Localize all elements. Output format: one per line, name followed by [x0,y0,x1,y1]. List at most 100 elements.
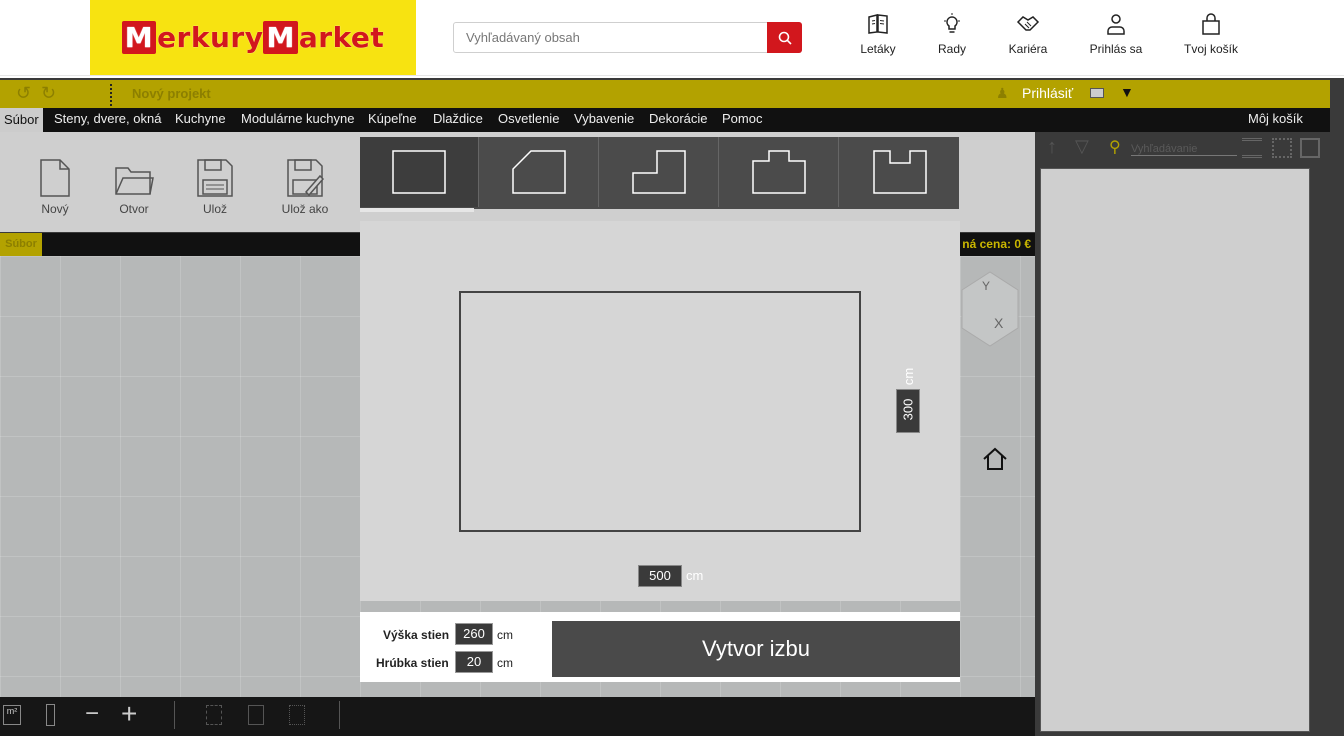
room-shape-tabs [360,137,959,209]
width-unit: cm [686,568,704,583]
header-link-kariera[interactable]: Kariéra [983,10,1073,65]
svg-text:X: X [994,315,1004,331]
open-folder-icon [115,167,154,195]
u-shape-icon [872,150,927,194]
home-view-icon[interactable] [982,446,1008,472]
menu-item-steny[interactable]: Steny, dvere, okná [54,111,161,126]
user-login-icon: ♟ [996,85,1009,101]
menu-item-modularne-kuchyne[interactable]: Modulárne kuchyne [241,111,354,126]
l-shape-icon [632,150,686,194]
file-button-label: Nový [41,202,69,216]
redo-icon[interactable]: ↻ [41,83,56,104]
search-input[interactable] [454,23,768,52]
filter-icon[interactable]: ▽ [1075,136,1089,157]
catalog-list[interactable] [1040,168,1310,732]
my-cart-link[interactable]: Môj košík [1248,111,1303,126]
depth-unit: cm [901,367,917,386]
depth-input[interactable]: 300 [896,389,920,433]
menu-item-vybavenie[interactable]: Vybavenie [574,111,634,126]
save-as-icon [287,159,324,197]
save-as-button[interactable]: Ulož ako [273,158,337,216]
search-button[interactable] [767,22,802,53]
menu-item-dekoracie[interactable]: Dekorácie [649,111,708,126]
catalog-search-input[interactable]: Vyhľadávanie [1131,143,1237,156]
search-box [453,22,802,53]
login-link[interactable]: Prihlásiť [1022,85,1073,101]
create-room-button[interactable]: Vytvor izbu [552,621,960,677]
header-link-label: Letáky [860,42,896,56]
zoom-in-icon[interactable]: + [121,698,137,730]
view-walk-icon[interactable] [289,705,305,725]
shape-tab-t-shape[interactable] [720,137,839,207]
file-button-label: Ulož ako [281,202,329,216]
dropdown-arrow-icon[interactable]: ▼ [1120,84,1134,100]
section-tag: Súbor [0,233,42,256]
list-view-icon[interactable] [1242,138,1262,158]
menu-item-osvetlenie[interactable]: Osvetlenie [498,111,559,126]
t-shape-icon [752,150,806,194]
view-3d-icon[interactable] [248,705,264,725]
open-file-button[interactable]: Otvor [102,158,166,216]
project-name[interactable]: Nový projekt [132,86,211,101]
menu-item-pomoc[interactable]: Pomoc [722,111,762,126]
save-file-button[interactable]: Ulož [183,158,247,216]
shape-tab-rectangle[interactable] [360,137,479,207]
view-toolbar: m² − + [0,697,1035,736]
zoom-out-icon[interactable]: − [85,700,99,728]
ruler-icon[interactable] [46,704,55,726]
separator [110,84,112,106]
flag-icon[interactable] [1090,88,1104,98]
site-header: MerkuryMarket Letáky Rady Kariéra Prihlá… [0,0,1344,76]
shape-tab-u-shape[interactable] [840,137,959,207]
catalog-panel: ↑ ▽ ⚲ Vyhľadávanie [1035,132,1330,736]
undo-icon[interactable]: ↺ [16,83,31,104]
header-link-kosik[interactable]: Tvoj košík [1166,10,1256,65]
header-link-label: Prihlás sa [1089,42,1143,56]
wall-height-input[interactable]: 260 [455,623,493,645]
cut-corner-shape-icon [512,150,566,194]
svg-text:Y: Y [982,279,990,293]
header-link-label: Kariéra [1008,42,1048,56]
shape-tab-l-shape[interactable] [600,137,719,207]
lightbulb-icon [944,13,960,33]
planner-topbar: ↺ ↻ Nový projekt ♟ Prihlásiť ▼ [0,80,1330,108]
width-value: 500 [649,568,671,583]
shape-tab-cut-corner[interactable] [480,137,599,207]
file-button-label: Otvor [119,202,149,216]
view-cube[interactable]: Y X [958,268,1022,358]
new-file-button[interactable]: Nový [23,158,87,216]
wall-height-unit: cm [497,628,513,642]
book-icon [868,14,888,34]
width-input[interactable]: 500 [638,565,682,587]
grid-large-icon[interactable] [1300,138,1320,158]
wall-height-label: Výška stien [383,628,450,642]
header-link-label: Tvoj košík [1183,42,1238,56]
wall-thickness-unit: cm [497,656,513,670]
save-icon [197,159,233,197]
bag-icon [1202,13,1220,35]
merkury-market-logo[interactable]: Merkury Market [90,0,416,75]
new-file-icon [40,159,70,197]
menu-item-subor[interactable]: Súbor [0,108,43,132]
up-arrow-icon[interactable]: ↑ [1047,136,1057,159]
view-2d-icon[interactable] [206,705,222,725]
header-link-label: Rady [937,42,966,56]
separator [339,701,340,729]
wall-thickness-label: Hrúbka stien [376,656,449,670]
rectangle-shape-icon [392,150,446,194]
depth-value: 300 [900,398,916,421]
handshake-icon [1016,16,1040,31]
grid-small-icon[interactable] [1272,138,1292,158]
separator [174,701,175,729]
user-icon [1107,14,1125,35]
planner-menubar: Súbor Steny, dvere, okná Kuchyne Modulár… [0,108,1330,132]
room-outline[interactable] [459,291,861,532]
menu-item-dlazdice[interactable]: Dlaždice [433,111,483,126]
header-link-prihlas[interactable]: Prihlás sa [1071,10,1161,65]
active-tab-indicator [360,208,474,212]
wall-thickness-input[interactable]: 20 [455,651,493,673]
menu-item-kuchyne[interactable]: Kuchyne [175,111,226,126]
menu-item-kupelne[interactable]: Kúpeľne [368,111,417,126]
area-icon[interactable]: m² [3,705,21,725]
total-price: ná cena: 0 € [962,237,1031,251]
